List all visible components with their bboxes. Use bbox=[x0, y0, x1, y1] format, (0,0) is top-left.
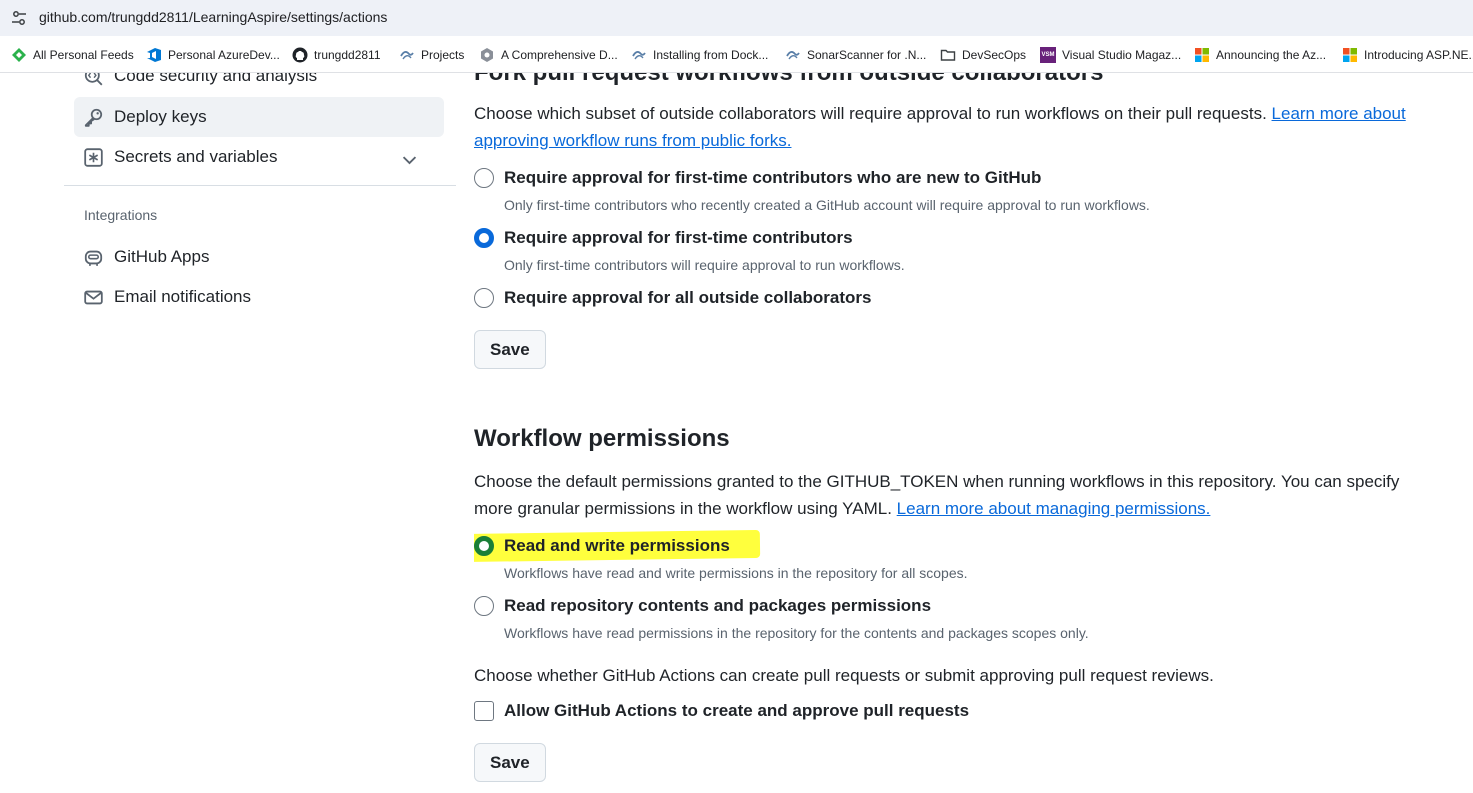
bookmark-projects[interactable]: Projects bbox=[399, 46, 464, 64]
permissions-save-button[interactable]: Save bbox=[474, 743, 546, 782]
fork-option-new-to-github[interactable]: Require approval for first-time contribu… bbox=[474, 166, 1041, 190]
fork-section-title: Fork pull request workflows from outside… bbox=[474, 73, 1103, 87]
fork-option-first-time-desc: Only first-time contributors will requir… bbox=[504, 257, 905, 273]
bookmark-introducing-asp-net[interactable]: Introducing ASP.NE... bbox=[1342, 46, 1473, 64]
hexagon-icon bbox=[481, 48, 493, 62]
fork-option-all-outside[interactable]: Require approval for all outside collabo… bbox=[474, 286, 871, 310]
tilde-icon bbox=[400, 51, 414, 60]
sidebar-item-label: Secrets and variables bbox=[114, 147, 278, 166]
radio-button[interactable] bbox=[474, 168, 494, 188]
vsm-icon: VSM bbox=[1040, 47, 1056, 63]
sidebar-item-deploy-keys[interactable]: Deploy keys bbox=[74, 97, 444, 137]
permission-option-read-only[interactable]: Read repository contents and packages pe… bbox=[474, 594, 931, 618]
settings-main: Fork pull request workflows from outside… bbox=[474, 73, 1454, 793]
fork-save-button[interactable]: Save bbox=[474, 330, 546, 369]
sidebar-item-label: Email notifications bbox=[114, 287, 252, 306]
bookmark-personal-azuredevops[interactable]: Personal AzureDev... bbox=[146, 46, 280, 64]
sidebar-item-secrets-and-variables[interactable]: Secrets and variables bbox=[74, 137, 444, 177]
mail-icon bbox=[84, 290, 103, 304]
workflow-permissions-title: Workflow permissions bbox=[474, 425, 730, 452]
tilde-icon bbox=[632, 51, 646, 60]
bookmark-visual-studio-magazine[interactable]: VSM Visual Studio Magaz... bbox=[1040, 46, 1181, 64]
asterisk-icon bbox=[84, 147, 103, 167]
url-text[interactable]: github.com/trungdd2811/LearningAspire/se… bbox=[39, 9, 387, 25]
bookmark-installing-from-docker[interactable]: Installing from Dock... bbox=[631, 46, 768, 64]
sidebar-divider bbox=[64, 185, 456, 186]
sidebar-item-label: Deploy keys bbox=[114, 107, 207, 126]
workflow-permissions-description: Choose the default permissions granted t… bbox=[474, 472, 1400, 518]
azure-devops-icon bbox=[147, 48, 161, 62]
permission-option-read-only-desc: Workflows have read permissions in the r… bbox=[504, 625, 1089, 641]
hubot-icon bbox=[84, 250, 103, 266]
feedly-icon bbox=[12, 48, 26, 62]
bookmarks-bar: All Personal Feeds Personal AzureDev... … bbox=[0, 36, 1473, 73]
fork-option-new-to-github-desc: Only first-time contributors who recentl… bbox=[504, 197, 1150, 213]
key-icon bbox=[84, 108, 103, 127]
chevron-down-icon[interactable] bbox=[400, 150, 419, 169]
github-icon bbox=[292, 47, 308, 63]
microsoft-icon bbox=[1343, 48, 1357, 62]
bookmark-announcing-the-az[interactable]: Announcing the Az... bbox=[1194, 46, 1326, 64]
sidebar-item-github-apps[interactable]: GitHub Apps bbox=[74, 237, 444, 277]
tilde-icon bbox=[786, 51, 800, 60]
microsoft-icon bbox=[1195, 48, 1209, 62]
fork-section-description: Choose which subset of outside collabora… bbox=[474, 104, 1406, 150]
permissions-learn-more-link[interactable]: Learn more about managing permissions. bbox=[897, 499, 1211, 518]
bookmark-sonarscanner[interactable]: SonarScanner for .N... bbox=[785, 46, 926, 64]
sidebar-heading-integrations: Integrations bbox=[84, 207, 158, 223]
bookmark-all-personal-feeds[interactable]: All Personal Feeds bbox=[11, 46, 134, 64]
settings-sidebar: Code security and analysis Deploy keys S… bbox=[64, 73, 456, 793]
permission-option-read-write-desc: Workflows have read and write permission… bbox=[504, 565, 968, 581]
sidebar-item-label: Code security and analysis bbox=[114, 73, 318, 85]
radio-button-checked[interactable] bbox=[474, 228, 494, 248]
sidebar-item-code-security[interactable]: Code security and analysis bbox=[74, 73, 444, 96]
radio-button-checked[interactable] bbox=[474, 536, 494, 556]
permission-option-read-write[interactable]: Read and write permissions bbox=[474, 534, 730, 558]
pr-permission-description: Choose whether GitHub Actions can create… bbox=[474, 666, 1214, 685]
allow-actions-create-pr-checkbox[interactable] bbox=[474, 701, 494, 721]
codescan-icon bbox=[84, 73, 103, 85]
fork-option-first-time[interactable]: Require approval for first-time contribu… bbox=[474, 226, 853, 250]
radio-button[interactable] bbox=[474, 288, 494, 308]
site-settings-icon[interactable] bbox=[11, 10, 27, 26]
bookmark-folder-devsecops[interactable]: DevSecOps bbox=[940, 46, 1026, 64]
radio-button[interactable] bbox=[474, 596, 494, 616]
allow-actions-create-pr-option[interactable]: Allow GitHub Actions to create and appro… bbox=[474, 699, 969, 723]
sidebar-item-label: GitHub Apps bbox=[114, 247, 210, 266]
bookmark-a-comprehensive[interactable]: A Comprehensive D... bbox=[479, 46, 618, 64]
browser-address-bar[interactable]: github.com/trungdd2811/LearningAspire/se… bbox=[0, 0, 1473, 36]
sidebar-item-email-notifications[interactable]: Email notifications bbox=[74, 277, 444, 317]
folder-icon bbox=[940, 49, 956, 61]
bookmark-trungdd2811[interactable]: trungdd2811 bbox=[292, 46, 381, 64]
